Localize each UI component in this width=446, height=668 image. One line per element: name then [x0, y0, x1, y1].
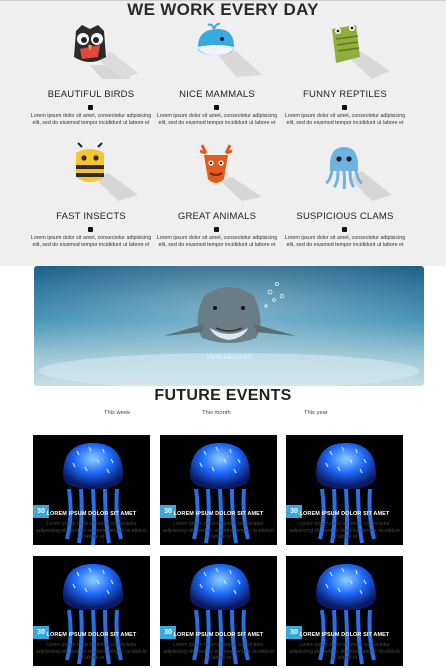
section-title: WE WORK EVERY DAY — [127, 0, 319, 19]
tab-this-week[interactable]: This week — [104, 410, 130, 416]
event-card[interactable]: 30 LOREM IPSUM DOLOR SIT AMET Lorem ipsu… — [33, 435, 150, 545]
feature-title: FAST INSECTS — [56, 211, 126, 222]
feature-mammals: NICE MAMMALS Lorem ipsum dolor sit amet,… — [154, 21, 280, 141]
tab-this-year[interactable]: This year — [304, 410, 328, 416]
bullet-dot — [88, 227, 93, 232]
bullet-dot — [88, 105, 93, 110]
event-card[interactable]: 30 LOREM IPSUM DOLOR SIT AMET Lorem ipsu… — [160, 435, 277, 545]
bee-icon — [66, 142, 138, 201]
deer-icon — [192, 143, 262, 201]
feature-description: Lorem ipsum dolor sit amet, consectetur … — [284, 113, 406, 127]
event-card[interactable]: 30 LOREM IPSUM DOLOR SIT AMET Lorem ipsu… — [160, 556, 277, 666]
event-title[interactable]: LOREM IPSUM DOLOR SIT AMET — [33, 511, 150, 517]
whale-icon — [192, 21, 262, 77]
event-description: Lorem ipsum dolor sit amet, consectetur … — [163, 642, 274, 662]
feature-description: Lorem ipsum dolor sit amet, consectetur … — [284, 235, 406, 249]
feature-animals: GREAT ANIMALS Lorem ipsum dolor sit amet… — [154, 143, 280, 263]
bullet-dot — [342, 105, 347, 110]
event-description: Lorem ipsum dolor sit amet, consectetur … — [289, 521, 400, 541]
feature-title: GREAT ANIMALS — [177, 211, 257, 222]
event-card[interactable]: 30 LOREM IPSUM DOLOR SIT AMET Lorem ipsu… — [33, 556, 150, 666]
bullet-dot — [214, 227, 219, 232]
events-title: FUTURE EVENTS — [154, 387, 292, 404]
octopus-icon — [320, 143, 392, 201]
feature-title: BEAUTIFUL BIRDS — [47, 89, 135, 100]
work-section: WE WORK EVERY DAY BEAUTIFUL BIRDS Lorem … — [0, 0, 446, 266]
shark-banner: VIEW GALLERY — [34, 266, 424, 386]
owl-icon — [66, 21, 138, 79]
event-title[interactable]: LOREM IPSUM DOLOR SIT AMET — [160, 511, 277, 517]
crocodile-icon — [320, 21, 390, 79]
feature-title: NICE MAMMALS — [179, 89, 255, 100]
event-title[interactable]: LOREM IPSUM DOLOR SIT AMET — [160, 632, 277, 638]
event-description: Lorem ipsum dolor sit amet, consectetur … — [36, 642, 147, 662]
bullet-dot — [342, 227, 347, 232]
tab-this-month[interactable]: This month — [202, 410, 231, 416]
event-title[interactable]: LOREM IPSUM DOLOR SIT AMET — [33, 632, 150, 638]
event-description: Lorem ipsum dolor sit amet, consectetur … — [163, 521, 274, 541]
event-card[interactable]: 30 LOREM IPSUM DOLOR SIT AMET Lorem ipsu… — [286, 556, 403, 666]
event-title[interactable]: LOREM IPSUM DOLOR SIT AMET — [286, 511, 403, 517]
event-title[interactable]: LOREM IPSUM DOLOR SIT AMET — [286, 632, 403, 638]
feature-reptiles: FUNNY REPTILES Lorem ipsum dolor sit ame… — [282, 21, 408, 141]
bullet-dot — [214, 105, 219, 110]
feature-insects: FAST INSECTS Lorem ipsum dolor sit amet,… — [28, 142, 154, 263]
view-gallery-link[interactable]: VIEW GALLERY — [194, 355, 264, 361]
feature-description: Lorem ipsum dolor sit amet, consectetur … — [30, 113, 152, 127]
feature-description: Lorem ipsum dolor sit amet, consectetur … — [156, 235, 278, 249]
feature-title: FUNNY REPTILES — [303, 89, 387, 100]
event-card[interactable]: 30 LOREM IPSUM DOLOR SIT AMET Lorem ipsu… — [286, 435, 403, 545]
feature-description: Lorem ipsum dolor sit amet, consectetur … — [156, 113, 278, 127]
feature-clams: SUSPICIOUS CLAMS Lorem ipsum dolor sit a… — [282, 143, 408, 263]
feature-description: Lorem ipsum dolor sit amet, consectetur … — [30, 235, 152, 249]
shark-underwater-image — [34, 266, 424, 386]
feature-birds: BEAUTIFUL BIRDS Lorem ipsum dolor sit am… — [28, 21, 154, 141]
event-description: Lorem ipsum dolor sit amet, consectetur … — [36, 521, 147, 541]
feature-title: SUSPICIOUS CLAMS — [296, 211, 394, 222]
event-description: Lorem ipsum dolor sit amet, consectetur … — [289, 642, 400, 662]
